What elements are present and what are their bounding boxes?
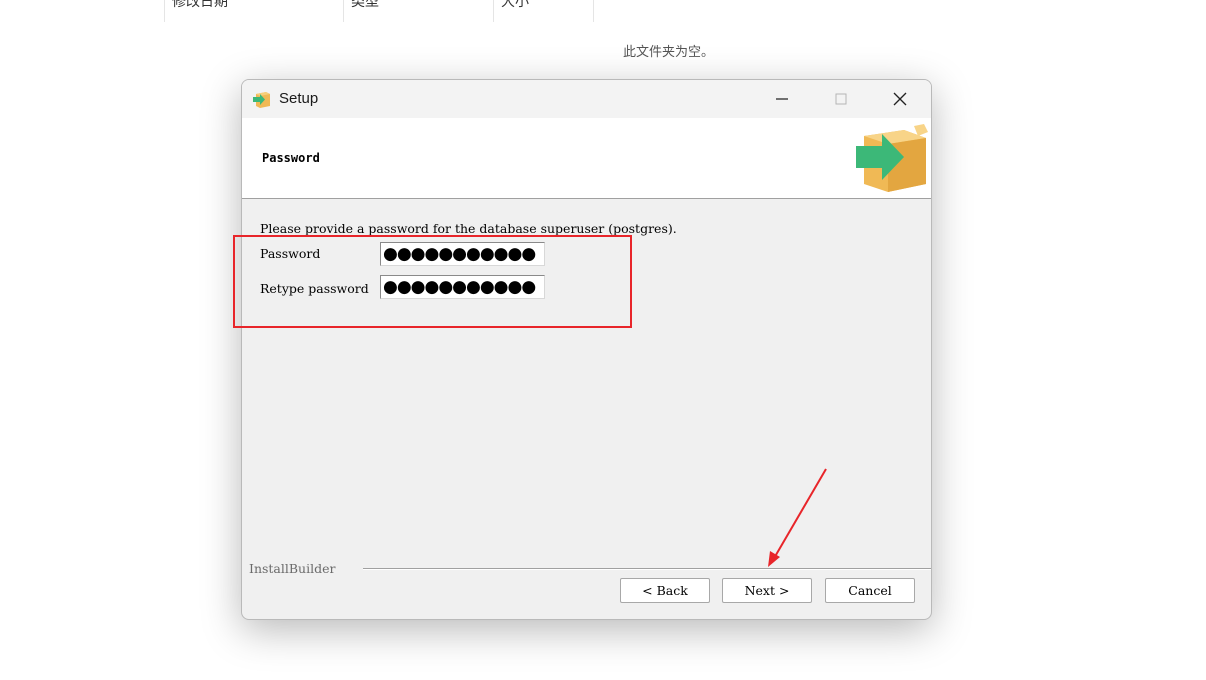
- minimize-icon: [776, 98, 788, 100]
- title-bar[interactable]: Setup: [242, 80, 931, 118]
- column-header-size[interactable]: 大小: [494, 0, 594, 22]
- installer-box-icon: [856, 124, 928, 192]
- close-icon: [893, 92, 907, 106]
- annotation-arrow-icon: [768, 468, 827, 567]
- minimize-button[interactable]: [754, 80, 810, 118]
- screen: 修改日期 类型 大小 此文件夹为空。 Setup Password Please…: [0, 0, 1206, 680]
- cancel-button[interactable]: Cancel: [825, 578, 915, 603]
- back-button[interactable]: < Back: [620, 578, 710, 603]
- next-button[interactable]: Next >: [722, 578, 812, 603]
- installbuilder-brand: InstallBuilder: [249, 561, 336, 576]
- empty-folder-message: 此文件夹为空。: [623, 45, 715, 60]
- column-header-date-modified[interactable]: 修改日期: [164, 0, 344, 22]
- password-prompt: Please provide a password for the databa…: [260, 221, 677, 236]
- maximize-icon: [835, 93, 847, 105]
- close-button[interactable]: [872, 80, 928, 118]
- annotation-highlight-box: [233, 235, 632, 328]
- wizard-header: Password: [242, 118, 931, 199]
- window-title: Setup: [279, 90, 319, 107]
- page-title: Password: [262, 151, 320, 165]
- installer-icon: [253, 92, 270, 108]
- maximize-button[interactable]: [813, 80, 869, 118]
- column-header-type[interactable]: 类型: [344, 0, 494, 22]
- footer-divider: [363, 568, 931, 570]
